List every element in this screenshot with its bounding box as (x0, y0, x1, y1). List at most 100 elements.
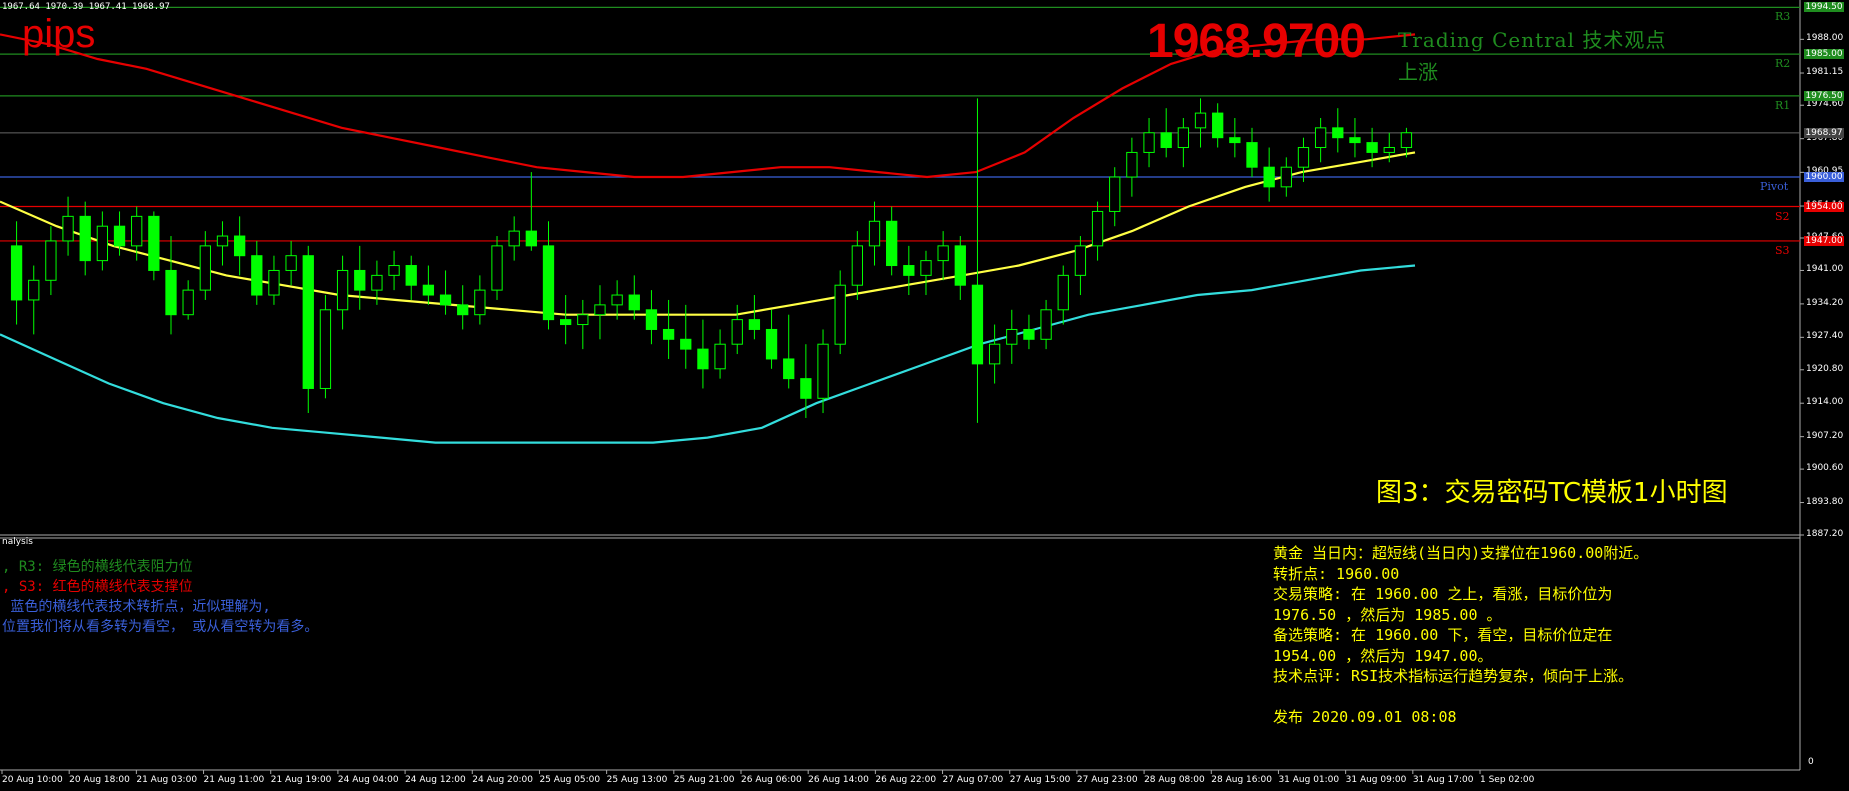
analysis-line: 转折点: 1960.00 (1273, 564, 1400, 583)
price-tick-label: 1927.40 (1806, 331, 1844, 342)
candle-body (988, 343, 1001, 365)
candle-body (285, 255, 297, 271)
candle-body (1177, 127, 1190, 149)
legend-line: , S3: 红色的横线代表支撑位 (2, 579, 193, 595)
candle-body (354, 269, 366, 291)
time-tick-label: 24 Aug 12:00 (405, 775, 466, 785)
analysis-line: 交易策略: 在 1960.00 之上，看涨，目标价位为 (1273, 585, 1613, 603)
candle-body (662, 328, 675, 340)
price-tick-label: 1907.20 (1806, 430, 1844, 441)
candle-body (508, 230, 520, 247)
candle-body (439, 294, 452, 306)
candle-body (1314, 127, 1327, 149)
time-tick-label: 31 Aug 01:00 (1278, 775, 1340, 785)
price-tick-label: 1887.20 (1806, 529, 1844, 539)
price-tag: 1947.00 (1804, 235, 1844, 246)
price-tag: 1960.00 (1804, 172, 1844, 183)
candle-body (903, 265, 915, 276)
candle-body (1366, 142, 1378, 153)
candle-body (542, 245, 555, 321)
time-tick-label: 31 Aug 17:00 (1412, 775, 1474, 785)
current-price-big: 1968.9700 (1147, 15, 1366, 68)
candle-body (233, 235, 246, 257)
candle-body (457, 304, 469, 316)
candle-body (1212, 112, 1224, 139)
level-label-pivot: Pivot (1760, 180, 1789, 194)
subwindow-zero-label: 0 (1808, 757, 1814, 767)
candle-body (79, 215, 91, 262)
price-tag: 1994.50 (1804, 2, 1844, 13)
candle-body (62, 215, 74, 242)
candle-body (45, 240, 57, 281)
candle-body (1349, 137, 1361, 144)
candle-body (886, 220, 898, 267)
level-label-r2: R2 (1775, 57, 1791, 71)
candle-body (680, 338, 692, 350)
time-tick-label: 24 Aug 04:00 (337, 775, 399, 785)
candle-body (1194, 112, 1207, 129)
analysis-line: 发布 2020.09.01 08:08 (1273, 708, 1457, 726)
price-tick-label: 1920.80 (1806, 363, 1844, 374)
price-tag: 1968.97 (1804, 127, 1844, 138)
candle-body (216, 235, 229, 247)
candle-body (731, 319, 743, 345)
candle-body (28, 279, 40, 301)
candle-body (1263, 166, 1275, 188)
time-tick-label: 27 Aug 15:00 (1009, 775, 1071, 785)
candle-body (645, 309, 658, 330)
candle-body (1246, 142, 1258, 168)
candle-body (491, 245, 503, 291)
time-tick-label: 20 Aug 10:00 (2, 775, 63, 785)
candle-body (783, 358, 795, 380)
candle-body (937, 245, 949, 262)
candle-body (1383, 147, 1395, 153)
candle-body (336, 269, 349, 311)
analysis-line: 1954.00 ，然后为 1947.00。 (1273, 646, 1493, 665)
time-tick-label: 28 Aug 16:00 (1211, 775, 1272, 785)
time-tick-label: 1 Sep 02:00 (1480, 775, 1535, 785)
candle-body (113, 225, 126, 247)
analysis-line: 技术点评: RSI技术指标运行趋势复杂，倾向于上涨。 (1273, 667, 1634, 685)
time-tick-label: 21 Aug 03:00 (136, 775, 198, 785)
candle-body (851, 245, 863, 286)
candle-body (525, 230, 537, 247)
candle-body (1332, 127, 1344, 139)
candle-body (834, 284, 846, 345)
candle-body (388, 265, 400, 276)
price-tick-label: 1914.00 (1806, 397, 1844, 408)
candle-body (422, 284, 435, 296)
candle-body (302, 255, 314, 389)
candle-body (319, 309, 332, 389)
candle-body (954, 245, 966, 286)
analysis-text: 黄金 当日内：超短线(当日内)支撑位在1960.00附近。 转折点: 1960.0… (1273, 543, 1648, 728)
candle-body (748, 319, 761, 330)
legend-line: 蓝色的横线代表技术转折点，近似理解为, (2, 599, 271, 615)
level-label-s3: S3 (1775, 243, 1790, 257)
tc-title: Trading Central 技术观点 (1398, 28, 1667, 52)
legend-line: 位置我们将从看多转为看空， 或从看空转为看多。 (2, 619, 319, 635)
price-tick-label: 1988.00 (1806, 33, 1844, 44)
watermark-text: pips (22, 12, 96, 56)
candle-body (131, 215, 143, 247)
candle-body (199, 245, 211, 291)
analysis-line: 1976.50 ，然后为 1985.00 。 (1273, 605, 1502, 624)
candle-body (594, 304, 606, 316)
candle-body (182, 289, 194, 316)
candle-body (628, 294, 640, 311)
candle-body (1160, 132, 1172, 149)
price-tick-label: 1934.20 (1806, 297, 1844, 308)
price-tick-label: 1941.00 (1806, 264, 1844, 275)
time-tick-label: 25 Aug 13:00 (606, 775, 668, 785)
candle-body (560, 319, 572, 326)
analysis-line: 黄金 当日内：超短线(当日内)支撑位在1960.00附近。 (1273, 544, 1649, 562)
price-tick-label: 1900.60 (1806, 463, 1844, 474)
candle-body (714, 343, 726, 370)
candle-body (577, 314, 589, 326)
candle-body (697, 348, 709, 370)
time-tick-label: 21 Aug 19:00 (270, 775, 332, 785)
candle-body (1023, 328, 1035, 340)
candle-body (1143, 132, 1155, 153)
time-tick-label: 24 Aug 20:00 (472, 775, 533, 785)
candle-body (765, 328, 778, 360)
price-tick-label: 1981.15 (1806, 67, 1844, 78)
